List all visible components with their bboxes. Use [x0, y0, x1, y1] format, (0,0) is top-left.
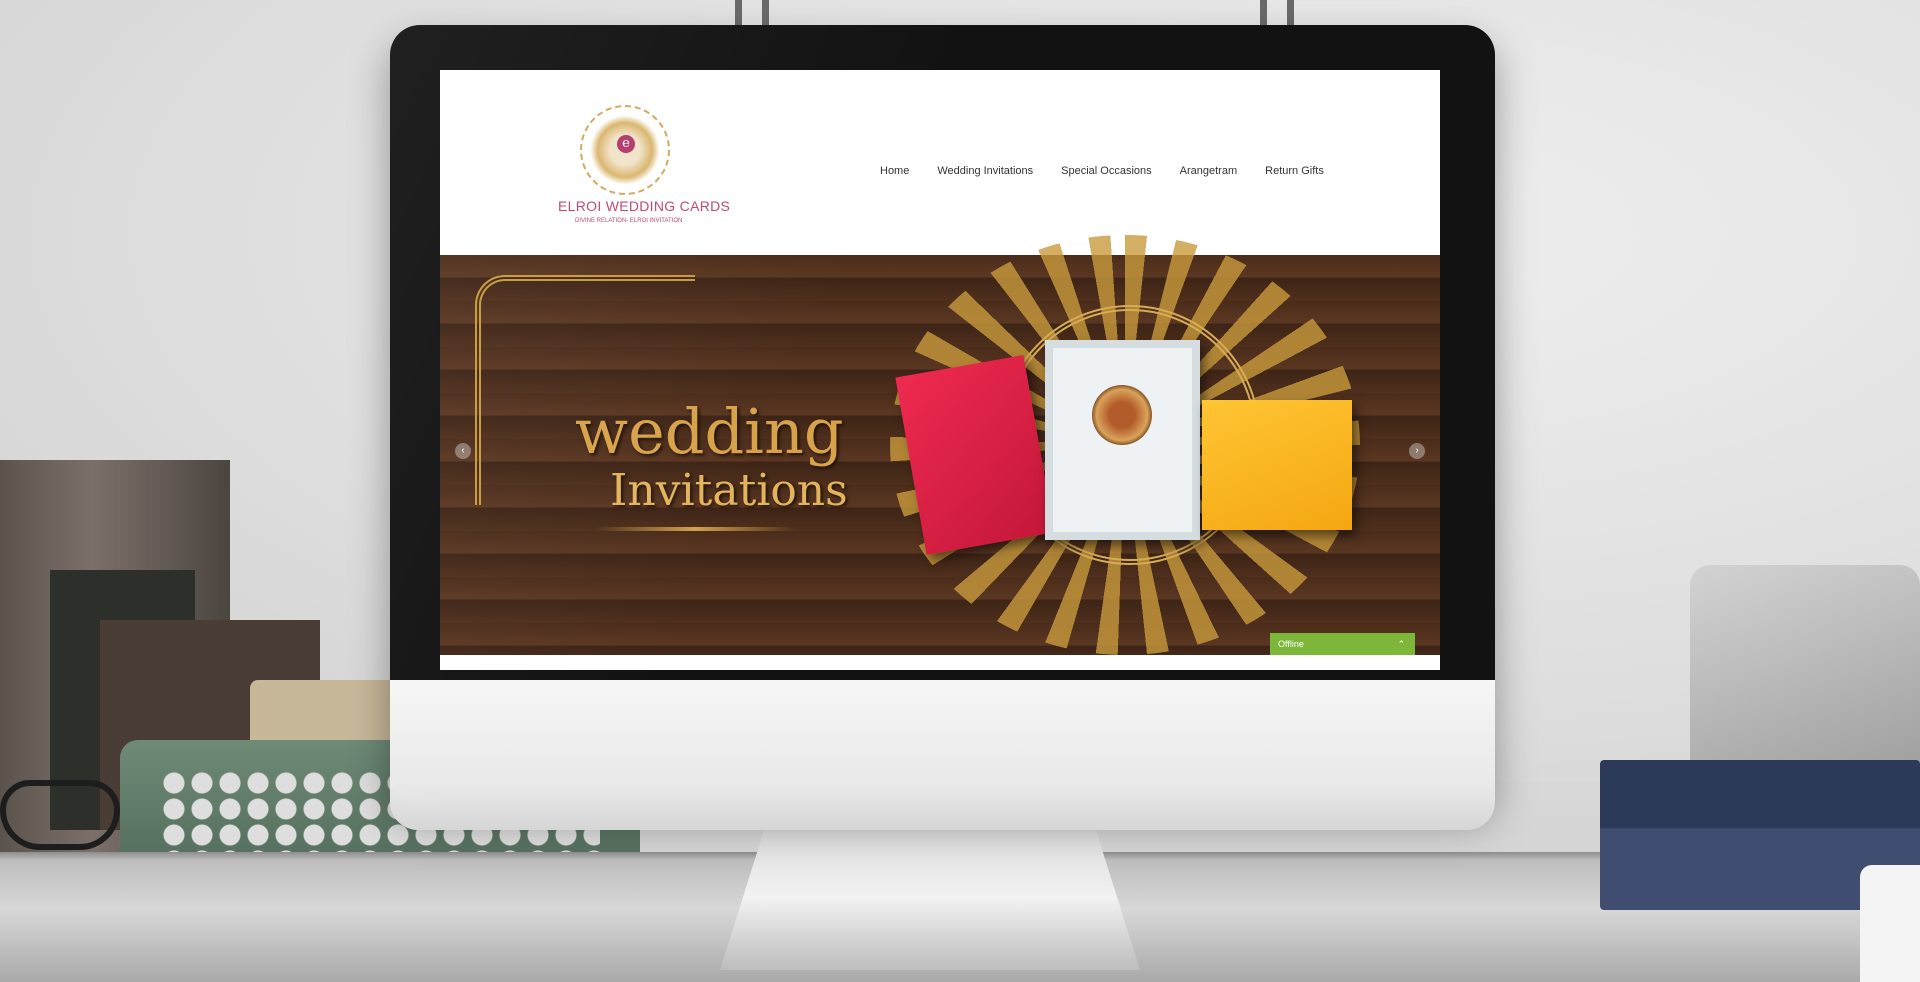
- chevron-left-icon[interactable]: ‹: [455, 443, 471, 459]
- chat-widget-bar[interactable]: Offline ⌃: [1270, 633, 1415, 655]
- imac-stand: [720, 810, 1140, 970]
- nav-item-return-gifts[interactable]: Return Gifts: [1265, 165, 1324, 177]
- nav-item-special-occasions[interactable]: Special Occasions: [1061, 165, 1152, 177]
- nav-item-arangetram[interactable]: Arangetram: [1180, 165, 1237, 177]
- imac-screen: e ELROI WEDDING CARDS DIVINE RELATION- E…: [440, 70, 1440, 670]
- eyeglasses: [0, 780, 120, 850]
- banner-divider: [595, 527, 795, 531]
- nav-item-wedding-invitations[interactable]: Wedding Invitations: [937, 165, 1033, 177]
- chevron-right-icon[interactable]: ›: [1409, 443, 1425, 459]
- hero-banner: wedding Invitations ‹ ›: [440, 235, 1440, 655]
- coffee-mug: [1860, 865, 1920, 982]
- site-header: e ELROI WEDDING CARDS DIVINE RELATION- E…: [440, 70, 1440, 245]
- banner-subtitle: Invitations: [610, 465, 848, 516]
- logo-letter: e: [617, 135, 635, 153]
- apple-logo-icon: [880, 727, 918, 777]
- chevron-up-icon[interactable]: ⌃: [1397, 633, 1405, 655]
- card-medallion: [1092, 385, 1152, 445]
- main-nav: Home Wedding Invitations Special Occasio…: [880, 165, 1324, 177]
- imac-chin: [390, 680, 1495, 830]
- logo-name[interactable]: ELROI WEDDING CARDS: [558, 198, 730, 214]
- banner-title: wedding: [575, 395, 844, 468]
- nav-item-home[interactable]: Home: [880, 165, 909, 177]
- logo-tagline: DIVINE RELATION- ELROI INVITATION: [575, 218, 683, 224]
- yellow-invitation-card: [1202, 400, 1352, 530]
- chat-status: Offline: [1278, 639, 1304, 649]
